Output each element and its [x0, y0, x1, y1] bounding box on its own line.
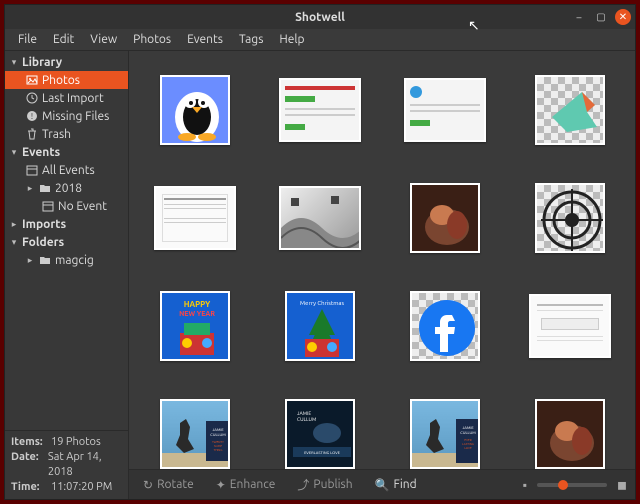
info-items-label: Items:: [11, 435, 47, 450]
info-time-label: Time:: [11, 480, 47, 495]
svg-text:HAPPY: HAPPY: [183, 300, 210, 309]
tree: ▾Library Photos Last Import !Missing Fil…: [5, 51, 128, 430]
tree-folders[interactable]: ▾Folders: [5, 233, 128, 251]
menu-photos[interactable]: Photos: [126, 31, 178, 48]
menu-help[interactable]: Help: [272, 31, 311, 48]
tree-all-events[interactable]: All Events: [5, 161, 128, 179]
enhance-icon: ✦: [216, 478, 226, 492]
menubar: File Edit View Photos Events Tags Help: [5, 29, 635, 51]
thumbnail[interactable]: [535, 75, 605, 145]
thumbnail-grid: HAPPYNEW YEAR Merry Christmas JAMIECULLU…: [129, 51, 635, 469]
tree-folder-magcig[interactable]: ▸magcig: [5, 251, 128, 269]
publish-icon: ⤴: [297, 476, 309, 493]
thumbnail[interactable]: [535, 399, 605, 469]
maximize-button[interactable]: ▢: [593, 9, 609, 25]
zoom-in-icon[interactable]: ◼: [617, 478, 627, 492]
enhance-button[interactable]: ✦Enhance: [210, 476, 282, 494]
sidebar: ▾Library Photos Last Import !Missing Fil…: [5, 51, 129, 499]
slider-thumb[interactable]: [558, 480, 568, 490]
publish-button[interactable]: ⤴Publish: [291, 474, 358, 495]
thumbnail[interactable]: JAMIECULLUMEVERLASTINGLOVE: [410, 399, 480, 469]
info-panel: Items: 19 Photos Date:Sat Apr 14, 2018 Ti…: [5, 430, 128, 499]
svg-text:LOVE: LOVE: [464, 446, 472, 450]
close-button[interactable]: ✕: [615, 9, 631, 25]
info-items-value: 19 Photos: [51, 435, 101, 450]
body: ▾Library Photos Last Import !Missing Fil…: [5, 51, 635, 499]
svg-text:CULLUM: CULLUM: [210, 432, 226, 437]
svg-text:THING: THING: [213, 448, 222, 452]
thumbnail[interactable]: [404, 78, 486, 142]
thumbnail[interactable]: [279, 78, 361, 142]
info-date-value: Sat Apr 14, 2018: [48, 450, 122, 480]
tree-no-event[interactable]: No Event: [5, 197, 128, 215]
rotate-button[interactable]: ↻Rotate: [137, 476, 200, 494]
tree-trash[interactable]: Trash: [5, 125, 128, 143]
main-panel: HAPPYNEW YEAR Merry Christmas JAMIECULLU…: [129, 51, 635, 499]
tree-library[interactable]: ▾Library: [5, 53, 128, 71]
thumbnail[interactable]: [160, 75, 230, 145]
missing-icon: !: [25, 109, 39, 123]
window-controls: – ▢ ✕: [571, 9, 631, 25]
thumbnail[interactable]: [410, 183, 480, 253]
menu-events[interactable]: Events: [180, 31, 230, 48]
menu-tags[interactable]: Tags: [232, 31, 270, 48]
toolbar: ↻Rotate ✦Enhance ⤴Publish 🔍Find ▪ ◼: [129, 469, 635, 499]
zoom-out-icon[interactable]: ▪: [523, 478, 527, 492]
thumbnail[interactable]: [410, 291, 480, 361]
svg-text:EVERLASTING LOVE: EVERLASTING LOVE: [304, 450, 341, 455]
svg-text:NEW YEAR: NEW YEAR: [179, 310, 215, 318]
folder-icon: [38, 181, 52, 195]
svg-text:CULLUM: CULLUM: [460, 430, 476, 435]
info-time-value: 11:07:20 PM: [51, 480, 112, 495]
zoom-slider[interactable]: [537, 483, 607, 487]
thumbnail[interactable]: [535, 183, 605, 253]
tree-last-import[interactable]: Last Import: [5, 89, 128, 107]
app-window: Shotwell – ▢ ✕ File Edit View Photos Eve…: [4, 4, 636, 500]
trash-icon: [25, 127, 39, 141]
tree-photos[interactable]: Photos: [5, 71, 128, 89]
titlebar: Shotwell – ▢ ✕: [5, 5, 635, 29]
rotate-icon: ↻: [143, 478, 153, 492]
calendar-icon: [25, 163, 39, 177]
window-title: Shotwell: [295, 11, 345, 24]
thumbnail[interactable]: HAPPYNEW YEAR: [160, 291, 230, 361]
menu-edit[interactable]: Edit: [46, 31, 81, 48]
tree-events[interactable]: ▾Events: [5, 143, 128, 161]
menu-view[interactable]: View: [83, 31, 124, 48]
thumbnail[interactable]: [529, 294, 611, 358]
tree-missing[interactable]: !Missing Files: [5, 107, 128, 125]
tree-imports[interactable]: ▸Imports: [5, 215, 128, 233]
thumbnail[interactable]: Merry Christmas: [285, 291, 355, 361]
search-icon: 🔍: [375, 478, 390, 492]
thumbnail[interactable]: JAMIECULLUMTWENTYSOMETHING: [160, 399, 230, 469]
photos-icon: [25, 73, 39, 87]
find-button[interactable]: 🔍Find: [369, 476, 423, 494]
menu-file[interactable]: File: [11, 31, 44, 48]
tree-year-2018[interactable]: ▸2018: [5, 179, 128, 197]
thumbnail[interactable]: [279, 186, 361, 250]
calendar-icon: [41, 199, 55, 213]
thumbnail[interactable]: [154, 186, 236, 250]
info-date-label: Date:: [11, 450, 44, 480]
minimize-button[interactable]: –: [571, 9, 587, 25]
folder-icon: [38, 253, 52, 267]
svg-text:!: !: [31, 112, 33, 121]
svg-text:CULLUM: CULLUM: [297, 416, 316, 422]
clock-icon: [25, 91, 39, 105]
svg-text:Merry Christmas: Merry Christmas: [299, 300, 344, 307]
thumbnail[interactable]: JAMIECULLUMEVERLASTING LOVE: [285, 399, 355, 469]
